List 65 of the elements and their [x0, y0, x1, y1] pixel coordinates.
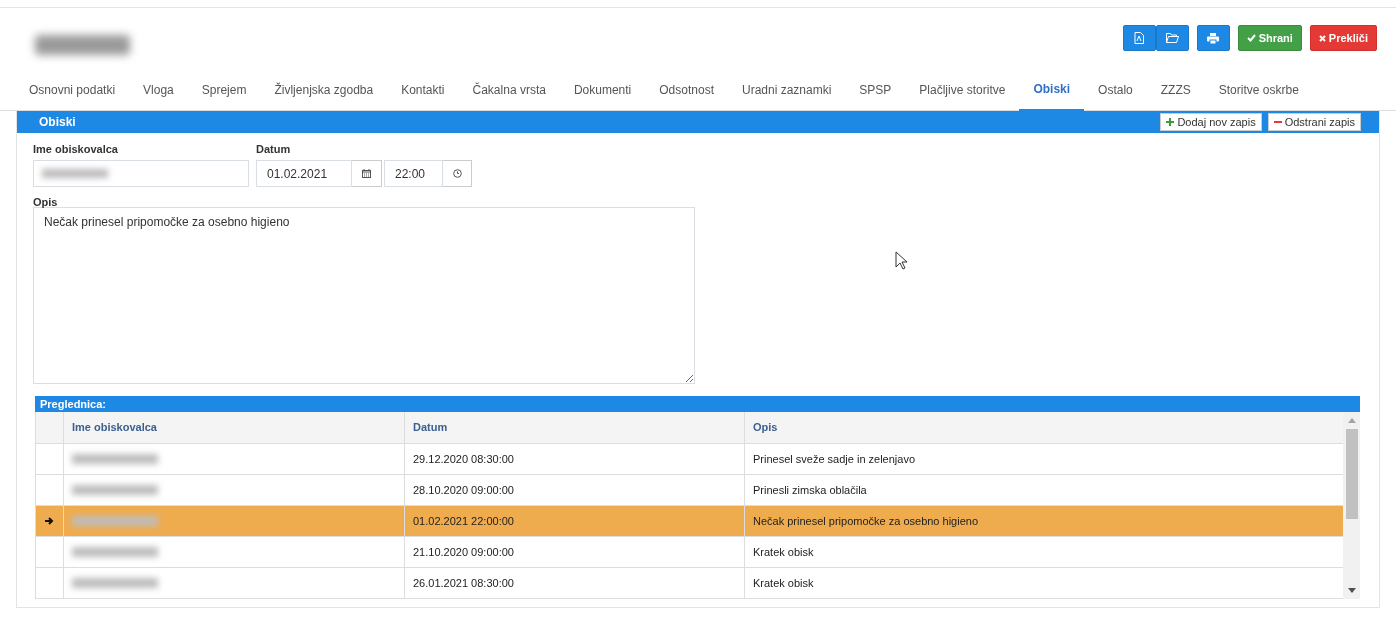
column-header[interactable]: Opis	[745, 412, 1343, 443]
tab[interactable]: Vloga	[129, 68, 188, 111]
table-row[interactable]: 21.10.2020 09:00:00 Kratek obisk	[36, 537, 1343, 568]
printer-icon	[1207, 32, 1220, 44]
column-header[interactable]: Ime obiskovalca	[64, 412, 405, 443]
tab[interactable]: Sprejem	[187, 68, 261, 111]
table-cell: 26.01.2021 08:30:00	[405, 568, 745, 598]
table-cell-text: Prinesli zimska oblačila	[752, 482, 868, 498]
tab[interactable]: Življenjska zgodba	[260, 68, 388, 111]
table-cell-text: Prinesel sveže sadje in zelenjavo	[752, 451, 917, 467]
scroll-down-icon	[1347, 588, 1356, 593]
table-row[interactable]: 26.01.2021 08:30:00 Kratek obisk	[36, 568, 1343, 599]
table-row[interactable]: 29.12.2020 08:30:00 Prinesel sveže sadje in zelenjavo	[36, 444, 1343, 475]
tab[interactable]: Osnovni podatki	[15, 68, 130, 111]
description-field[interactable]: Nečak prinesel pripomočke za osebno higieno	[33, 207, 695, 384]
print-button[interactable]	[1196, 25, 1230, 51]
clock-button[interactable]	[443, 160, 472, 187]
tab[interactable]: ZZZS	[1146, 68, 1205, 111]
mouse-pointer-icon	[895, 251, 908, 270]
calendar-button[interactable]	[352, 160, 382, 187]
table-row[interactable]: 28.10.2020 09:00:00 Prinesli zimska oblačila	[36, 475, 1343, 506]
folder-icon	[1165, 33, 1179, 43]
time-field[interactable]: 22:00	[384, 160, 443, 187]
scroll-up-icon	[1347, 418, 1356, 423]
tab[interactable]: SPSP	[845, 68, 906, 111]
table-cell: 28.10.2020 09:00:00	[405, 475, 745, 505]
calendar-icon	[362, 169, 371, 178]
table-cell: 01.02.2021 22:00:00	[405, 506, 745, 536]
tab[interactable]: Dokumenti	[559, 68, 646, 111]
date-field[interactable]: 01.02.2021	[256, 160, 352, 187]
table-row[interactable]: 01.02.2021 22:00:00 Nečak prinesel pripomočke za osebno higieno	[36, 506, 1343, 537]
scrollbar[interactable]	[1343, 412, 1360, 599]
tab[interactable]: Odsotnost	[645, 68, 728, 111]
cancel-button[interactable]: Prekliči	[1309, 25, 1377, 51]
table-cell-text: Kratek obisk	[752, 575, 815, 591]
tab[interactable]: Plačljive storitve	[905, 68, 1020, 111]
tab[interactable]: Storitve oskrbe	[1204, 68, 1313, 111]
table-cell: 21.10.2020 09:00:00	[405, 537, 745, 567]
remove-record-button[interactable]: Odstrani zapis	[1267, 113, 1361, 131]
field-label: Opis	[33, 195, 59, 209]
tab[interactable]: Uradni zaznamki	[727, 68, 846, 111]
arrow-right-icon	[45, 517, 54, 525]
field-label: Ime obiskovalca	[33, 142, 119, 156]
panel-title: Obiski	[39, 114, 76, 131]
field-label: Datum	[256, 142, 292, 156]
visitor-name-field[interactable]	[33, 160, 249, 187]
table-cell-text: Nečak prinesel pripomočke za osebno higieno	[752, 513, 980, 529]
clock-icon	[452, 169, 462, 178]
redacted-text	[42, 169, 108, 178]
document-icon	[1134, 32, 1145, 44]
table-cell-text: Kratek obisk	[752, 544, 815, 560]
close-icon	[1318, 34, 1326, 42]
checkmark-icon	[1246, 34, 1256, 42]
open-button[interactable]	[1155, 25, 1189, 51]
tab[interactable]: Kontakti	[387, 68, 459, 111]
grid-title: Preglednica:	[40, 396, 107, 412]
table-cell: 29.12.2020 08:30:00	[405, 444, 745, 474]
scroll-thumb[interactable]	[1345, 429, 1358, 519]
add-record-button[interactable]: Dodaj nov zapis	[1160, 113, 1262, 131]
column-header[interactable]: Datum	[405, 412, 745, 443]
minus-icon	[1273, 118, 1282, 126]
pdf-button[interactable]	[1122, 25, 1156, 51]
plus-icon	[1166, 118, 1175, 126]
tab[interactable]: Ostalo	[1084, 68, 1147, 111]
tab[interactable]: Čakalna vrsta	[458, 68, 560, 111]
